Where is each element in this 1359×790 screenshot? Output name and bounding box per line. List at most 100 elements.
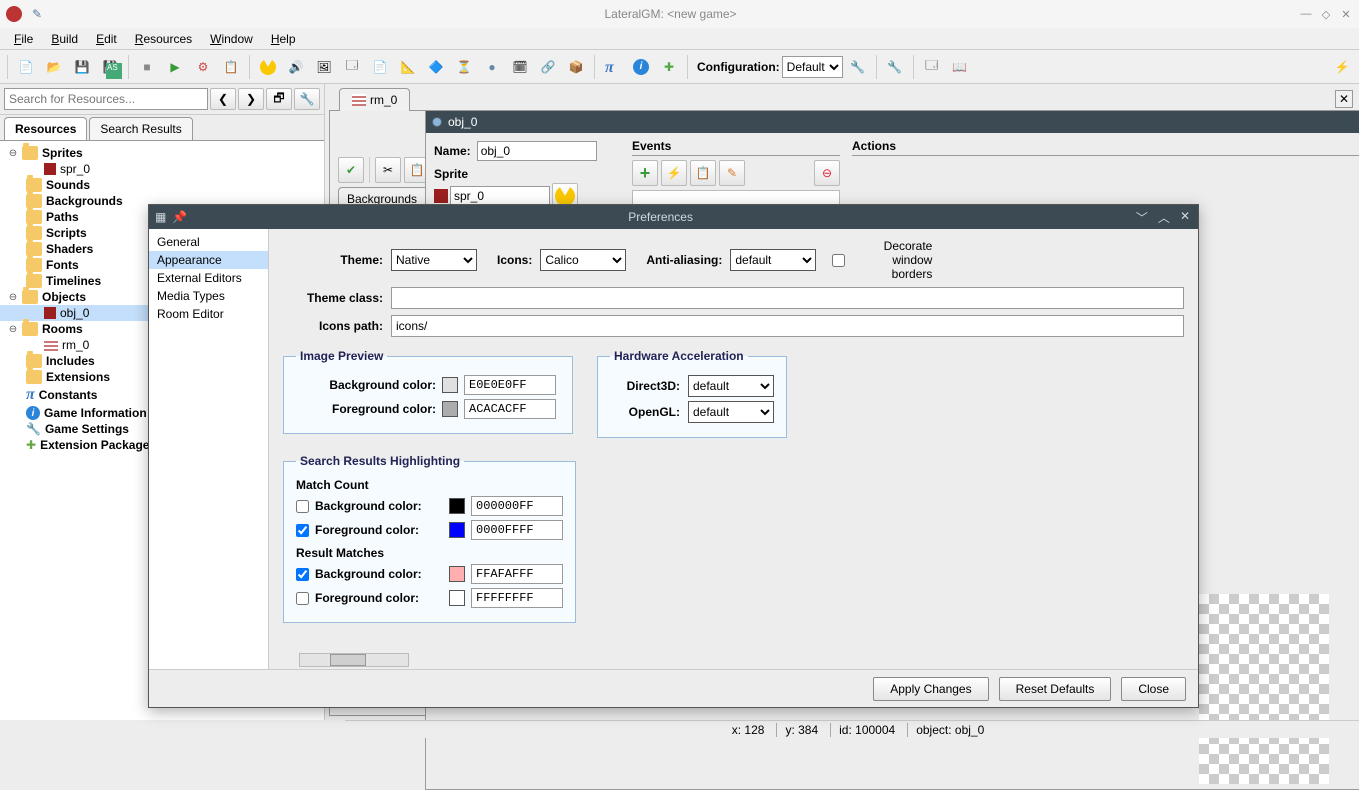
tab-search-results[interactable]: Search Results: [89, 117, 192, 140]
decorate-checkbox[interactable]: [832, 254, 845, 267]
obj-titlebar[interactable]: obj_0 ⇲ ⤢ ✕: [426, 111, 1359, 133]
prev-button[interactable]: ❮: [210, 88, 236, 110]
obj-sprite-input[interactable]: [450, 186, 550, 206]
window-icon[interactable]: 🗔: [919, 54, 945, 80]
ip-bg-input[interactable]: [464, 375, 556, 395]
debug-icon[interactable]: ⚙: [190, 54, 216, 80]
event-del-icon[interactable]: ⊖: [814, 160, 840, 186]
saveas-icon[interactable]: 💾AS: [97, 54, 123, 80]
menu-build[interactable]: Build: [43, 30, 86, 48]
mc-fg-swatch[interactable]: [449, 522, 465, 538]
search-opt2-icon[interactable]: 🔧: [294, 88, 320, 110]
pref-nav-media[interactable]: Media Types: [149, 287, 268, 305]
search-input[interactable]: [4, 88, 208, 110]
icons-select[interactable]: Calico: [540, 249, 626, 271]
ip-fg-swatch[interactable]: [442, 401, 458, 417]
mc-fg-check[interactable]: [296, 524, 309, 537]
icons-path-input[interactable]: [391, 315, 1184, 337]
reset-button[interactable]: Reset Defaults: [999, 677, 1112, 701]
gameinfo-icon[interactable]: i: [628, 54, 654, 80]
pref-titlebar[interactable]: ▦ 📌 Preferences ﹀ ︿ ✕: [149, 205, 1198, 229]
match-count-label: Match Count: [296, 478, 563, 492]
object-icon[interactable]: ●: [479, 54, 505, 80]
help-icon[interactable]: 📖: [947, 54, 973, 80]
include-icon[interactable]: 📦: [563, 54, 589, 80]
mc-bg-swatch[interactable]: [449, 498, 465, 514]
bg2-icon[interactable]: 🗔: [339, 54, 365, 80]
maximize-icon[interactable]: ◇: [1319, 7, 1333, 21]
pref-nav-general[interactable]: General: [149, 233, 268, 251]
settings-icon[interactable]: 🔧: [882, 54, 908, 80]
cut-icon[interactable]: ✂: [375, 157, 401, 183]
pref-max-icon[interactable]: ︿: [1158, 209, 1170, 226]
rm-bg-input[interactable]: [471, 564, 563, 584]
search-opt1-icon[interactable]: 🗗: [266, 88, 292, 110]
config-select[interactable]: Default: [782, 56, 843, 78]
nav-scrollbar[interactable]: [299, 653, 409, 667]
background-icon[interactable]: 🖼: [311, 54, 337, 80]
next-button[interactable]: ❯: [238, 88, 264, 110]
constants-icon[interactable]: π: [600, 54, 626, 80]
ip-fg-label: Foreground color:: [296, 402, 436, 416]
config-settings-icon[interactable]: 🔧: [845, 54, 871, 80]
new-icon[interactable]: 📄: [13, 54, 39, 80]
doc-tab-rm0[interactable]: rm_0: [339, 88, 410, 111]
menu-window[interactable]: Window: [202, 30, 261, 48]
minimize-icon[interactable]: —: [1299, 7, 1313, 21]
menu-edit[interactable]: Edit: [88, 30, 125, 48]
save-icon[interactable]: 💾: [69, 54, 95, 80]
event-add-icon[interactable]: +: [632, 160, 658, 186]
theme-class-input[interactable]: [391, 287, 1184, 309]
aa-select[interactable]: default: [730, 249, 816, 271]
pref-nav-room[interactable]: Room Editor: [149, 305, 268, 323]
rm-fg-check[interactable]: [296, 592, 309, 605]
pref-min-icon[interactable]: ﹀: [1136, 209, 1148, 226]
path-icon[interactable]: 📐: [395, 54, 421, 80]
shader-icon[interactable]: 🔷: [423, 54, 449, 80]
sound-icon[interactable]: 🔊: [283, 54, 309, 80]
stop-icon[interactable]: ■: [134, 54, 160, 80]
bolt-icon[interactable]: ⚡: [1329, 54, 1355, 80]
mc-bg-input[interactable]: [471, 496, 563, 516]
rm-fg-swatch[interactable]: [449, 590, 465, 606]
room-canvas[interactable]: [1199, 594, 1329, 784]
pref-close-icon[interactable]: ✕: [1180, 209, 1190, 226]
pref-nav-external[interactable]: External Editors: [149, 269, 268, 287]
compile-icon[interactable]: 📋: [218, 54, 244, 80]
pref-pin-icon[interactable]: 📌: [172, 210, 187, 224]
mc-bg-check[interactable]: [296, 500, 309, 513]
timeline-icon[interactable]: ⏳: [451, 54, 477, 80]
close-button[interactable]: Close: [1121, 677, 1186, 701]
ogl-select[interactable]: default: [688, 401, 774, 423]
rm-bg-swatch[interactable]: [449, 566, 465, 582]
event-copy-icon[interactable]: 📋: [690, 160, 716, 186]
sprite-icon[interactable]: [255, 54, 281, 80]
room-icon[interactable]: 🗓: [507, 54, 533, 80]
event-edit-icon[interactable]: ✎: [719, 160, 745, 186]
rm-fg-input[interactable]: [471, 588, 563, 608]
pin-icon[interactable]: ✎: [32, 7, 42, 21]
d3d-select[interactable]: default: [688, 375, 774, 397]
decorate-checkbox-label[interactable]: Decorate window borders: [832, 239, 932, 281]
script-icon[interactable]: 📄: [367, 54, 393, 80]
accept-icon[interactable]: ✔: [338, 157, 364, 183]
menu-help[interactable]: Help: [263, 30, 304, 48]
extension-icon[interactable]: ✚: [656, 54, 682, 80]
tab-resources[interactable]: Resources: [4, 117, 87, 140]
font-icon[interactable]: 🔗: [535, 54, 561, 80]
menu-resources[interactable]: Resources: [127, 30, 200, 48]
run-icon[interactable]: ▶: [162, 54, 188, 80]
open-icon[interactable]: 📂: [41, 54, 67, 80]
theme-select[interactable]: Native: [391, 249, 477, 271]
close-icon[interactable]: ✕: [1339, 7, 1353, 21]
apply-button[interactable]: Apply Changes: [873, 677, 988, 701]
menu-file[interactable]: File: [6, 30, 41, 48]
obj-name-input[interactable]: [477, 141, 597, 161]
mdi-close-icon[interactable]: ✕: [1335, 90, 1353, 108]
event-bolt-icon[interactable]: ⚡: [661, 160, 687, 186]
ip-fg-input[interactable]: [464, 399, 556, 419]
ip-bg-swatch[interactable]: [442, 377, 458, 393]
pref-nav-appearance[interactable]: Appearance: [149, 251, 268, 269]
rm-bg-check[interactable]: [296, 568, 309, 581]
mc-fg-input[interactable]: [471, 520, 563, 540]
